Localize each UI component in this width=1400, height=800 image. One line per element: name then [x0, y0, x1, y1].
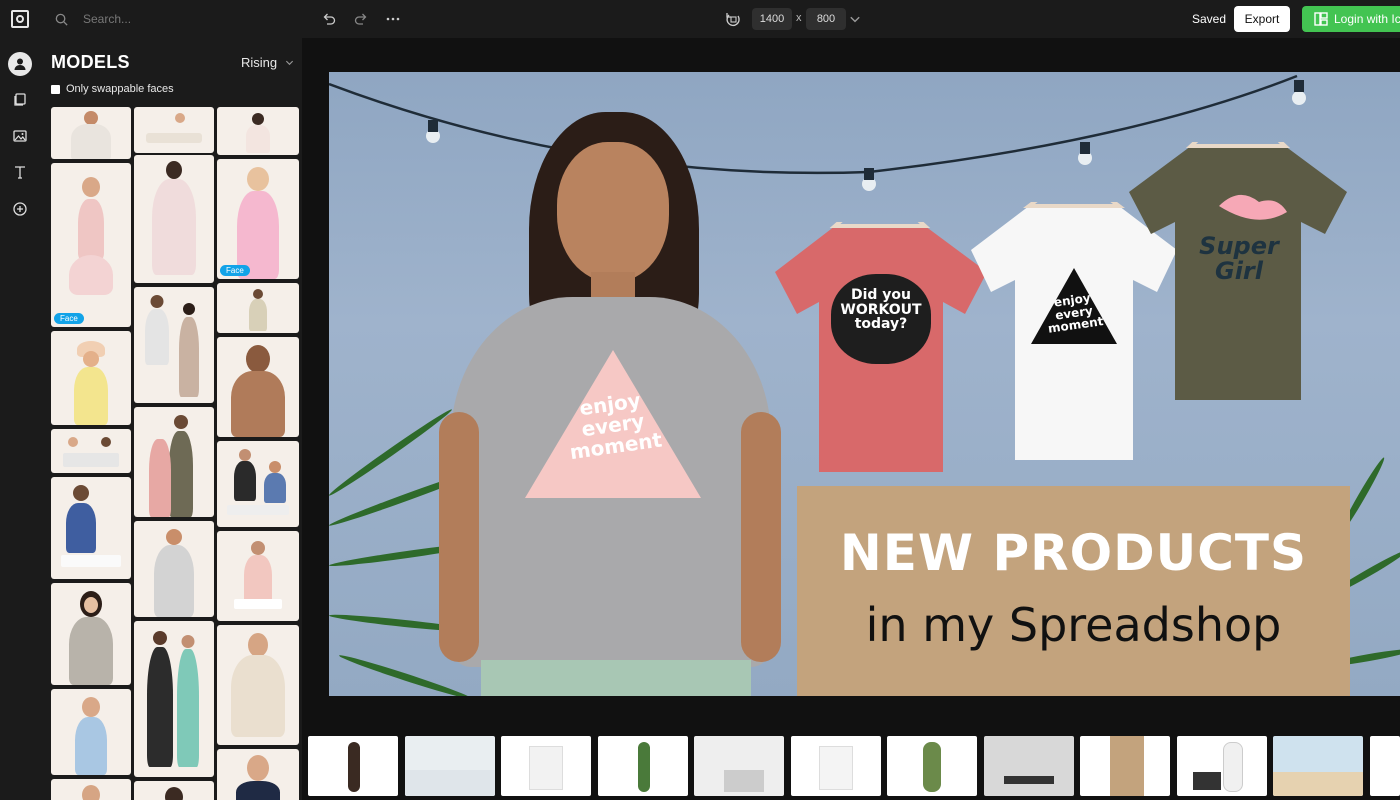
sort-dropdown[interactable]: Rising: [241, 55, 294, 70]
model-tile[interactable]: [134, 621, 214, 777]
model-tile[interactable]: [51, 477, 131, 579]
headline-text[interactable]: NEW PRODUCTS: [797, 524, 1350, 582]
search-icon: [55, 13, 68, 26]
rotate-icon[interactable]: [725, 11, 741, 27]
add-icon[interactable]: [8, 197, 32, 221]
model-tile[interactable]: [217, 749, 299, 800]
model-tile[interactable]: [51, 583, 131, 685]
swappable-faces-label: Only swappable faces: [66, 83, 174, 95]
model-tile[interactable]: Face: [51, 163, 131, 327]
pages-icon[interactable]: [8, 88, 32, 112]
model-tile[interactable]: [134, 407, 214, 517]
template-strip: [308, 736, 1400, 796]
top-toolbar: 1400 x 800 Saved Export Login with Ic: [302, 0, 1400, 38]
model-tile[interactable]: [217, 107, 299, 155]
chevron-down-icon: [286, 60, 294, 66]
workspace: enjoy every moment Did you WORKOUT today…: [302, 38, 1400, 800]
save-status: Saved: [1192, 12, 1227, 26]
face-badge: Face: [54, 313, 84, 324]
template-thumbnail[interactable]: [405, 736, 495, 796]
checkbox-box[interactable]: [51, 84, 60, 94]
model-tile[interactable]: [51, 779, 131, 800]
model-grid: Face Face: [51, 107, 299, 800]
height-input[interactable]: 800: [806, 8, 846, 30]
login-button[interactable]: Login with Ic: [1302, 6, 1400, 32]
model-tile[interactable]: [51, 689, 131, 775]
red-tshirt: Did you WORKOUT today?: [775, 222, 987, 472]
model-tile[interactable]: [134, 521, 214, 617]
tool-rail: [0, 0, 40, 800]
login-label: Login with Ic: [1334, 12, 1400, 26]
models-panel: MODELS Rising Only swappable faces Face: [40, 0, 302, 800]
text-icon[interactable]: [8, 160, 32, 184]
shirt-print-green: Super Girl: [1199, 232, 1279, 286]
design-canvas[interactable]: enjoy every moment Did you WORKOUT today…: [329, 72, 1400, 696]
search-bar: [40, 0, 302, 38]
green-tshirt: Super Girl: [1129, 142, 1347, 400]
shirt-print-red: Did you WORKOUT today?: [840, 287, 922, 333]
template-thumbnail[interactable]: [791, 736, 881, 796]
chevron-down-icon[interactable]: [849, 13, 861, 25]
width-input[interactable]: 1400: [752, 8, 792, 30]
redo-icon[interactable]: [353, 11, 369, 27]
model-tile[interactable]: [217, 337, 299, 437]
icons8-logo-icon: [1314, 12, 1328, 26]
template-thumbnail[interactable]: [1273, 736, 1363, 796]
model-tile[interactable]: Face: [217, 159, 299, 279]
model-tile[interactable]: [51, 331, 131, 425]
model-tile[interactable]: [134, 107, 214, 153]
model-tile[interactable]: [134, 155, 214, 283]
dimension-separator: x: [796, 12, 802, 24]
panel-title: MODELS: [51, 52, 130, 72]
model-tile[interactable]: [51, 107, 131, 159]
model-tile[interactable]: [217, 283, 299, 333]
swappable-faces-checkbox[interactable]: Only swappable faces: [51, 83, 174, 95]
template-thumbnail[interactable]: [501, 736, 591, 796]
model-tile[interactable]: [217, 441, 299, 527]
search-input[interactable]: [83, 12, 263, 26]
undo-icon[interactable]: [321, 11, 337, 27]
subheadline-text[interactable]: in my Spreadshop: [797, 598, 1350, 652]
export-button[interactable]: Export: [1234, 6, 1290, 32]
face-badge: Face: [220, 265, 250, 276]
model-tile[interactable]: [217, 625, 299, 745]
model-tile[interactable]: [51, 429, 131, 473]
template-thumbnail[interactable]: [308, 736, 398, 796]
template-thumbnail[interactable]: [1080, 736, 1170, 796]
logo-icon[interactable]: [11, 10, 29, 28]
template-thumbnail[interactable]: [984, 736, 1074, 796]
image-icon[interactable]: [8, 124, 32, 148]
template-thumbnail[interactable]: [1370, 736, 1400, 796]
model-tile[interactable]: [134, 781, 214, 800]
model-tile[interactable]: [217, 531, 299, 621]
model-tile[interactable]: [134, 287, 214, 403]
template-thumbnail[interactable]: [887, 736, 977, 796]
template-thumbnail[interactable]: [694, 736, 784, 796]
sort-label: Rising: [241, 55, 278, 70]
user-icon[interactable]: [8, 52, 32, 76]
template-thumbnail[interactable]: [1177, 736, 1267, 796]
cardboard-sign: NEW PRODUCTS in my Spreadshop: [797, 486, 1350, 696]
template-thumbnail[interactable]: [598, 736, 688, 796]
more-icon[interactable]: [385, 11, 401, 27]
